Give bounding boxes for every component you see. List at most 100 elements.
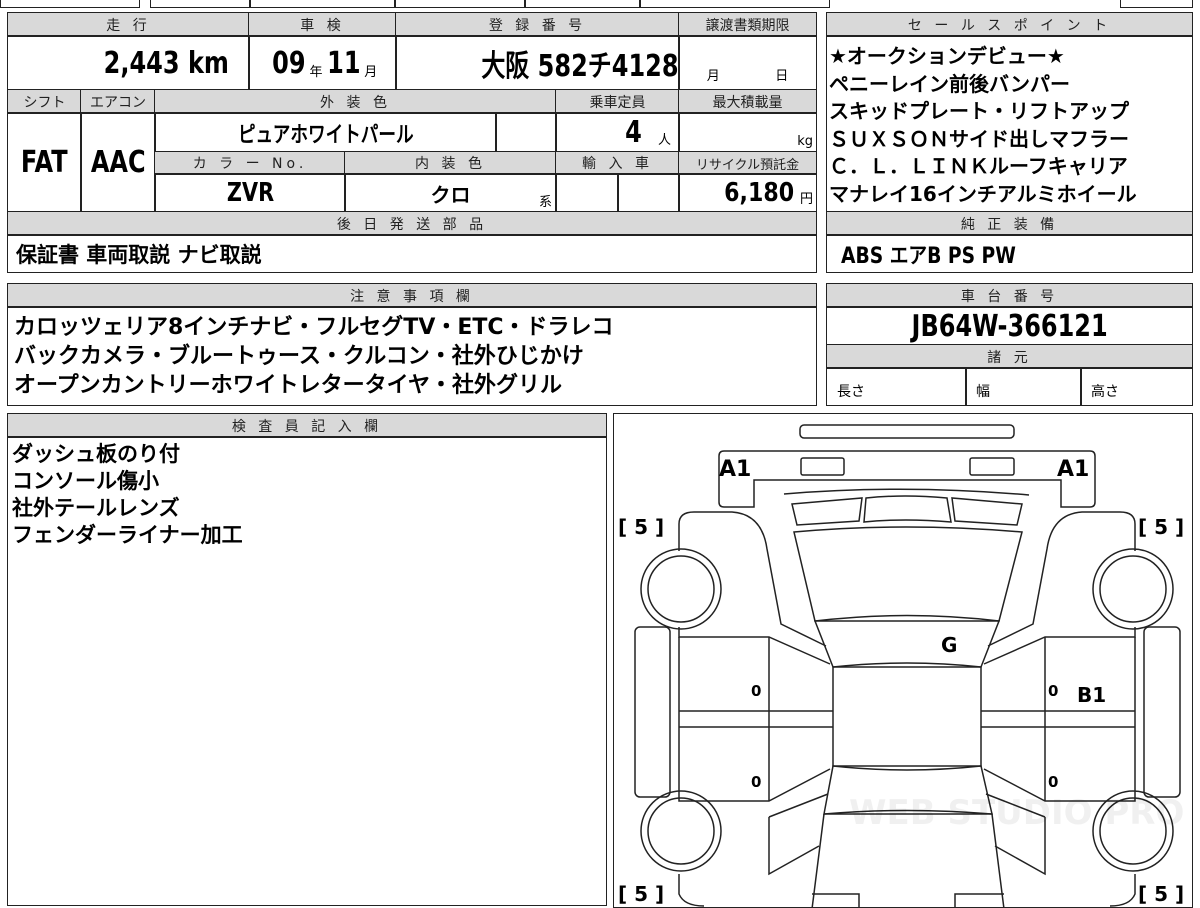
top-strip-cell xyxy=(1120,0,1193,8)
month-unit: 月 xyxy=(364,64,378,80)
chassis-value: JB64W-366121 xyxy=(826,306,1193,346)
front-panel xyxy=(718,450,1096,508)
damage-mark: B1 xyxy=(1077,683,1106,707)
notes-header: 注 意 事 項 欄 xyxy=(7,283,817,308)
capacity-header: 乗車定員 xyxy=(555,89,680,114)
interior-color-header: 内 装 色 xyxy=(344,151,557,175)
tire-front-right xyxy=(1092,548,1174,630)
aircon-value: AAC xyxy=(80,112,156,213)
sales-point: ペニーレイン前後バンパー xyxy=(829,71,1070,96)
transfer-deadline-value: 月日 xyxy=(678,35,817,91)
transfer-deadline-header: 譲渡書類期限 xyxy=(678,12,817,37)
inspector-header: 検 査 員 記 入 欄 xyxy=(7,413,607,438)
inspector-list: ダッシュ板のり付 コンソール傷小 社外テールレンズ フェンダーライナー加工 xyxy=(12,441,243,549)
chassis-number: JB64W-366121 xyxy=(911,308,1108,344)
watermark: WEB STUDIO PRO xyxy=(849,793,1184,833)
aircon-text: AAC xyxy=(90,145,146,180)
wheel xyxy=(647,797,715,865)
door-mark: 0 xyxy=(1048,773,1058,791)
mileage-value: 2,443 km xyxy=(7,35,250,91)
color-no-value: ZVR xyxy=(154,173,346,213)
sales-point: ★オークションデビュー★ xyxy=(829,44,1065,68)
sales-points-header: セ ー ル ス ポ イ ン ト xyxy=(826,12,1193,37)
day-label: 日 xyxy=(775,69,789,84)
sales-point: スキッドプレート・リフトアップ xyxy=(829,99,1129,123)
wheel xyxy=(647,555,715,623)
color-no-text: ZVR xyxy=(226,178,274,208)
spec-height: 高さ xyxy=(1080,367,1193,406)
front-bumper xyxy=(799,424,1015,439)
standard-equipment-text: ABS エアB PS PW xyxy=(841,243,1016,269)
exterior-color-text: ピュアホワイトパール xyxy=(237,122,414,148)
exterior-color-value: ピュアホワイトパール xyxy=(154,112,497,153)
spec-length: 長さ xyxy=(826,367,967,406)
year-unit: 年 xyxy=(309,64,323,80)
wheel xyxy=(1099,555,1167,623)
exterior-color-header: 外 装 色 xyxy=(154,89,557,114)
shift-header: シフト xyxy=(7,89,82,114)
inspector-note: フェンダーライナー加工 xyxy=(12,523,243,547)
standard-equipment-header: 純 正 装 備 xyxy=(826,211,1193,236)
tire-tread-label: [ 5 ] xyxy=(618,515,664,539)
shift-value: FAT xyxy=(7,112,82,213)
import-header: 輸 入 車 xyxy=(555,151,680,175)
interior-color-suffix: 系 xyxy=(538,195,552,210)
aircon-header: エアコン xyxy=(80,89,156,114)
inspection-header: 車 検 xyxy=(248,12,397,37)
later-parts-text: 保証書 車両取説 ナビ取説 xyxy=(16,242,262,267)
rear-bumper xyxy=(812,893,1004,907)
recycle-fee-value: 6,180 円 xyxy=(678,173,817,213)
inspector-note: コンソール傷小 xyxy=(12,469,159,493)
max-load-header: 最大積載量 xyxy=(678,89,817,114)
tire-tread-label: [ 5 ] xyxy=(1138,882,1184,906)
recycle-fee-header: リサイクル預託金 xyxy=(678,151,817,175)
inspector-note: 社外テールレンズ xyxy=(12,496,180,520)
registration-number: 大阪 582チ4128 xyxy=(481,49,679,84)
inspector-box: ダッシュ板のり付 コンソール傷小 社外テールレンズ フェンダーライナー加工 xyxy=(7,436,607,906)
door-mark: 0 xyxy=(751,682,761,700)
left-rear-fender xyxy=(678,793,829,907)
capacity-unit: 人 xyxy=(657,133,671,148)
standard-equipment-value: ABS エアB PS PW xyxy=(826,234,1193,273)
sales-points-list: ★オークションデビュー★ ペニーレイン前後バンパー スキッドプレート・リフトアッ… xyxy=(829,43,1137,208)
damage-mark: G xyxy=(941,633,957,657)
max-load-unit: kg xyxy=(797,134,813,149)
later-parts-value: 保証書 車両取説 ナビ取説 xyxy=(7,234,817,273)
registration-header: 登 録 番 号 xyxy=(395,12,680,37)
top-strip-cell xyxy=(250,0,395,8)
car-diagram: A1 A1 G B1 0 0 0 0 [ 5 ] [ 5 ] [ 5 ] [ 5… xyxy=(613,413,1193,908)
mileage-unit: km xyxy=(188,45,230,81)
sales-point: マナレイ16インチアルミホイール xyxy=(829,181,1137,206)
specs-header: 諸 元 xyxy=(826,344,1193,369)
grille xyxy=(783,488,1030,526)
yen-unit: 円 xyxy=(799,191,813,207)
import-cell xyxy=(555,173,619,213)
mileage-number: 2,443 xyxy=(104,45,181,81)
capacity-value: 4人 xyxy=(555,112,680,153)
inspector-note: ダッシュ板のり付 xyxy=(12,442,180,466)
color-no-header: カ ラ ー No. xyxy=(154,151,346,175)
tire-rear-left xyxy=(640,790,722,872)
inspection-month: 11 xyxy=(326,45,361,81)
sales-point: ＳＵＸＳＯＮサイド出しマフラー xyxy=(829,126,1129,151)
inspection-value: 09 年 11 月 xyxy=(248,35,397,91)
tire-tread-label: [ 5 ] xyxy=(618,882,664,906)
car-outline-icon: A1 A1 G B1 0 0 0 0 [ 5 ] [ 5 ] [ 5 ] [ 5… xyxy=(618,424,1184,907)
roof xyxy=(832,666,982,767)
blank-cell xyxy=(495,112,557,153)
notes-list: カロッツェリア8インチナビ・フルセグTV・ETC・ドラレコ バックカメラ・ブルー… xyxy=(14,313,614,400)
top-strip-cell xyxy=(0,0,140,8)
right-front-fender xyxy=(983,511,1136,665)
recycle-fee-number: 6,180 xyxy=(723,178,794,208)
sales-points-box: ★オークションデビュー★ ペニーレイン前後バンパー スキッドプレート・リフトアッ… xyxy=(826,35,1193,213)
inspection-year: 09 xyxy=(271,45,306,81)
sales-point: Ｃ．Ｌ．ＬＩＮＫルーフキャリア xyxy=(829,154,1128,178)
top-strip-cell xyxy=(150,0,250,8)
note-line: カロッツェリア8インチナビ・フルセグTV・ETC・ドラレコ xyxy=(14,315,614,340)
month-label: 月 xyxy=(706,69,720,84)
shift-text: FAT xyxy=(21,145,68,180)
later-parts-header: 後 日 発 送 部 品 xyxy=(7,211,817,236)
interior-color-text: クロ xyxy=(430,182,471,207)
top-strip-cell xyxy=(525,0,640,8)
door-mark: 0 xyxy=(1048,682,1058,700)
